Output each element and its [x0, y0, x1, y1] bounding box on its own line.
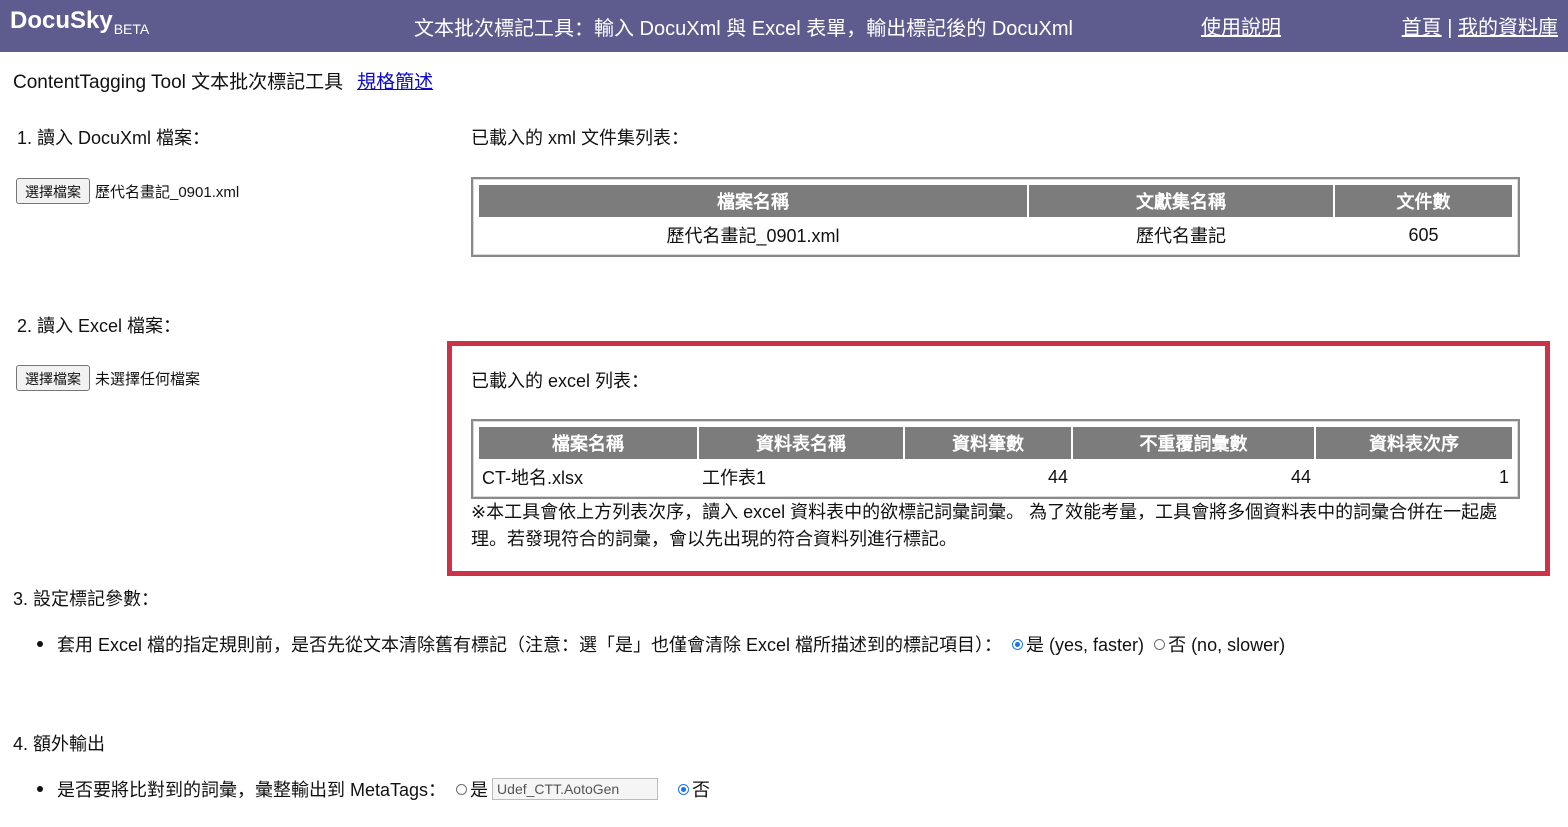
- excel-col-unique-terms: 不重覆詞彙數: [1073, 427, 1314, 459]
- metatags-name-input[interactable]: [492, 778, 659, 800]
- xml-col-doc-count: 文件數: [1335, 185, 1512, 217]
- xml-col-file-name: 檔案名稱: [479, 185, 1027, 217]
- xml-col-collection-name: 文獻集名稱: [1029, 185, 1333, 217]
- excel-col-record-count: 資料筆數: [905, 427, 1071, 459]
- section2-label: 2. 讀入 Excel 檔案：: [17, 316, 182, 336]
- link-separator: |: [1447, 17, 1453, 39]
- logo-text: DocuSky: [10, 7, 113, 34]
- metatags-no-label: 否: [692, 780, 711, 800]
- xml-list-title: 已載入的 xml 文件集列表：: [471, 128, 689, 148]
- table-row: CT-地名.xlsx 工作表1 44 44 1: [479, 461, 1512, 493]
- excel-table: 檔案名稱 資料表名稱 資料筆數 不重覆詞彙數 資料表次序 CT-地名.xlsx …: [477, 425, 1514, 495]
- clear-tags-option-line: 套用 Excel 檔的指定規則前，是否先從文本清除舊有標記（注意：選「是」也僅會…: [37, 631, 1285, 657]
- excel-cell-record-count: 44: [1047, 466, 1068, 487]
- metatags-option-line: 是否要將比對到的詞彙，彙整輸出到 MetaTags： 是 否: [37, 776, 710, 802]
- excel-cell-unique-terms: 44: [1290, 466, 1311, 487]
- xml-cell-doc-count: 605: [1408, 224, 1439, 245]
- excel-file-name: 未選擇任何檔案: [95, 370, 201, 388]
- excel-cell-sheet-name: 工作表1: [702, 468, 767, 488]
- top-header: DocuSkyBETA 文本批次標記工具：輸入 DocuXml 與 Excel …: [0, 0, 1568, 52]
- excel-cell-sheet-order: 1: [1498, 466, 1509, 487]
- excel-table-container: 檔案名稱 資料表名稱 資料筆數 不重覆詞彙數 資料表次序 CT-地名.xlsx …: [471, 419, 1520, 499]
- radio-unselected-icon[interactable]: [1154, 638, 1166, 650]
- xml-table-header-row: 檔案名稱 文獻集名稱 文件數: [479, 185, 1512, 217]
- choose-excel-file-button[interactable]: 選擇檔案: [16, 365, 90, 391]
- xml-table: 檔案名稱 文獻集名稱 文件數 歷代名畫記_0901.xml 歷代名畫記 605: [477, 183, 1514, 253]
- metatags-no-radio[interactable]: 否: [678, 776, 710, 802]
- bullet-icon: [37, 786, 43, 792]
- metatags-yes-radio[interactable]: 是: [456, 776, 488, 802]
- radio-unselected-icon[interactable]: [456, 783, 468, 795]
- section1-label: 1. 讀入 DocuXml 檔案：: [17, 128, 211, 148]
- clear-tags-question: 套用 Excel 檔的指定規則前，是否先從文本清除舊有標記（注意：選「是」也僅會…: [57, 635, 1003, 655]
- excel-file-picker: 選擇檔案 未選擇任何檔案: [16, 365, 200, 391]
- xml-cell-file-name: 歷代名畫記_0901.xml: [666, 226, 840, 246]
- excel-cell-file-name: CT-地名.xlsx: [482, 468, 583, 488]
- docuxml-file-picker: 選擇檔案 歷代名畫記_0901.xml: [16, 178, 239, 204]
- bullet-icon: [37, 641, 43, 647]
- page-title: ContentTagging Tool 文本批次標記工具: [13, 72, 344, 93]
- radio-selected-icon[interactable]: [678, 783, 690, 795]
- my-database-link[interactable]: 我的資料庫: [1458, 17, 1558, 39]
- xml-table-container: 檔案名稱 文獻集名稱 文件數 歷代名畫記_0901.xml 歷代名畫記 605: [471, 177, 1520, 257]
- docusky-logo[interactable]: DocuSkyBETA: [10, 7, 149, 37]
- xml-cell-collection-name: 歷代名畫記: [1136, 226, 1226, 246]
- clear-tags-no-label: 否 (no, slower): [1168, 635, 1286, 655]
- excel-table-header-row: 檔案名稱 資料表名稱 資料筆數 不重覆詞彙數 資料表次序: [479, 427, 1512, 459]
- excel-col-sheet-order: 資料表次序: [1316, 427, 1512, 459]
- docuxml-file-name: 歷代名畫記_0901.xml: [95, 183, 240, 201]
- excel-col-file-name: 檔案名稱: [479, 427, 697, 459]
- home-link[interactable]: 首頁: [1402, 17, 1442, 39]
- radio-selected-icon[interactable]: [1012, 638, 1024, 650]
- clear-tags-yes-label: 是 (yes, faster): [1026, 635, 1145, 655]
- metatags-question: 是否要將比對到的詞彙，彙整輸出到 MetaTags：: [57, 780, 447, 800]
- header-title: 文本批次標記工具：輸入 DocuXml 與 Excel 表單，輸出標記後的 Do…: [414, 18, 1073, 40]
- choose-docuxml-file-button[interactable]: 選擇檔案: [16, 178, 90, 204]
- section4-label: 4. 額外輸出: [13, 734, 106, 754]
- clear-tags-no-radio[interactable]: 否 (no, slower): [1154, 631, 1285, 657]
- section3-label: 3. 設定標記參數：: [13, 589, 160, 609]
- clear-tags-yes-radio[interactable]: 是 (yes, faster): [1012, 631, 1144, 657]
- page-title-line: ContentTagging Tool 文本批次標記工具 規格簡述: [13, 67, 433, 94]
- help-link[interactable]: 使用說明: [1201, 11, 1281, 40]
- excel-note: ※本工具會依上方列表次序，讀入 excel 資料表中的欲標記詞彙詞彙。 為了效能…: [471, 502, 1498, 549]
- table-row: 歷代名畫記_0901.xml 歷代名畫記 605: [479, 219, 1512, 251]
- excel-list-title: 已載入的 excel 列表：: [471, 371, 650, 391]
- beta-badge: BETA: [113, 21, 150, 37]
- spec-link[interactable]: 規格簡述: [357, 72, 433, 93]
- metatags-yes-label: 是: [470, 780, 489, 800]
- header-right-links: 首頁 | 我的資料庫: [1402, 11, 1558, 40]
- excel-col-sheet-name: 資料表名稱: [699, 427, 903, 459]
